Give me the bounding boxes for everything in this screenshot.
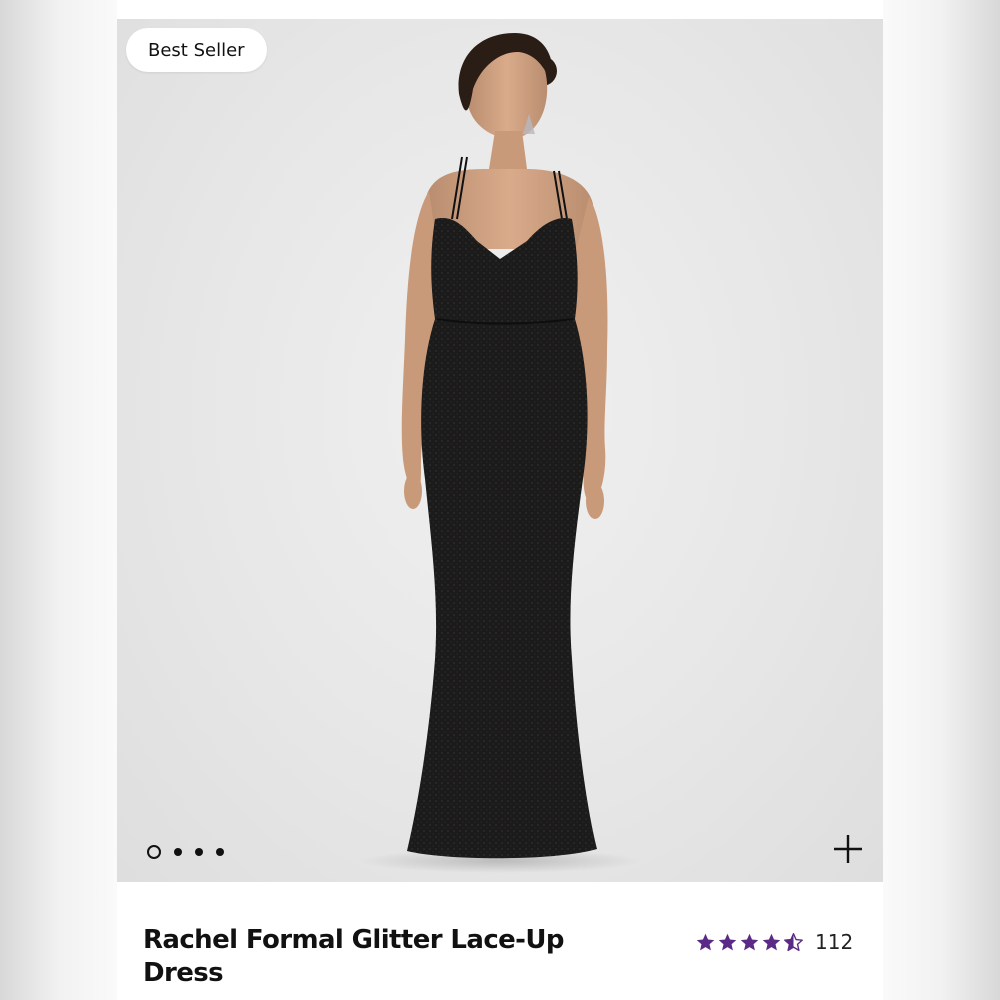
product-photo bbox=[360, 33, 640, 873]
carousel-dot[interactable] bbox=[174, 848, 182, 856]
review-count[interactable]: 112 bbox=[815, 930, 853, 954]
carousel-dot[interactable] bbox=[216, 848, 224, 856]
product-image-carousel[interactable]: Best Seller bbox=[117, 19, 883, 882]
plus-icon bbox=[834, 835, 862, 863]
product-card[interactable]: Best Seller Rachel Formal Glitter Lace-U… bbox=[117, 0, 883, 1000]
half-star-icon bbox=[784, 932, 803, 951]
star-icon bbox=[696, 933, 715, 950]
star-icon bbox=[718, 933, 737, 950]
carousel-dot[interactable] bbox=[147, 845, 161, 859]
product-rating[interactable]: 112 bbox=[695, 930, 853, 954]
rating-stars bbox=[695, 932, 804, 953]
best-seller-badge: Best Seller bbox=[126, 28, 267, 72]
carousel-pagination[interactable] bbox=[147, 845, 224, 859]
product-title[interactable]: Rachel Formal Glitter Lace-Up Dress bbox=[143, 924, 623, 990]
expand-button[interactable] bbox=[832, 833, 864, 865]
carousel-dot[interactable] bbox=[195, 848, 203, 856]
star-icon bbox=[740, 933, 759, 950]
star-icon bbox=[762, 933, 781, 950]
